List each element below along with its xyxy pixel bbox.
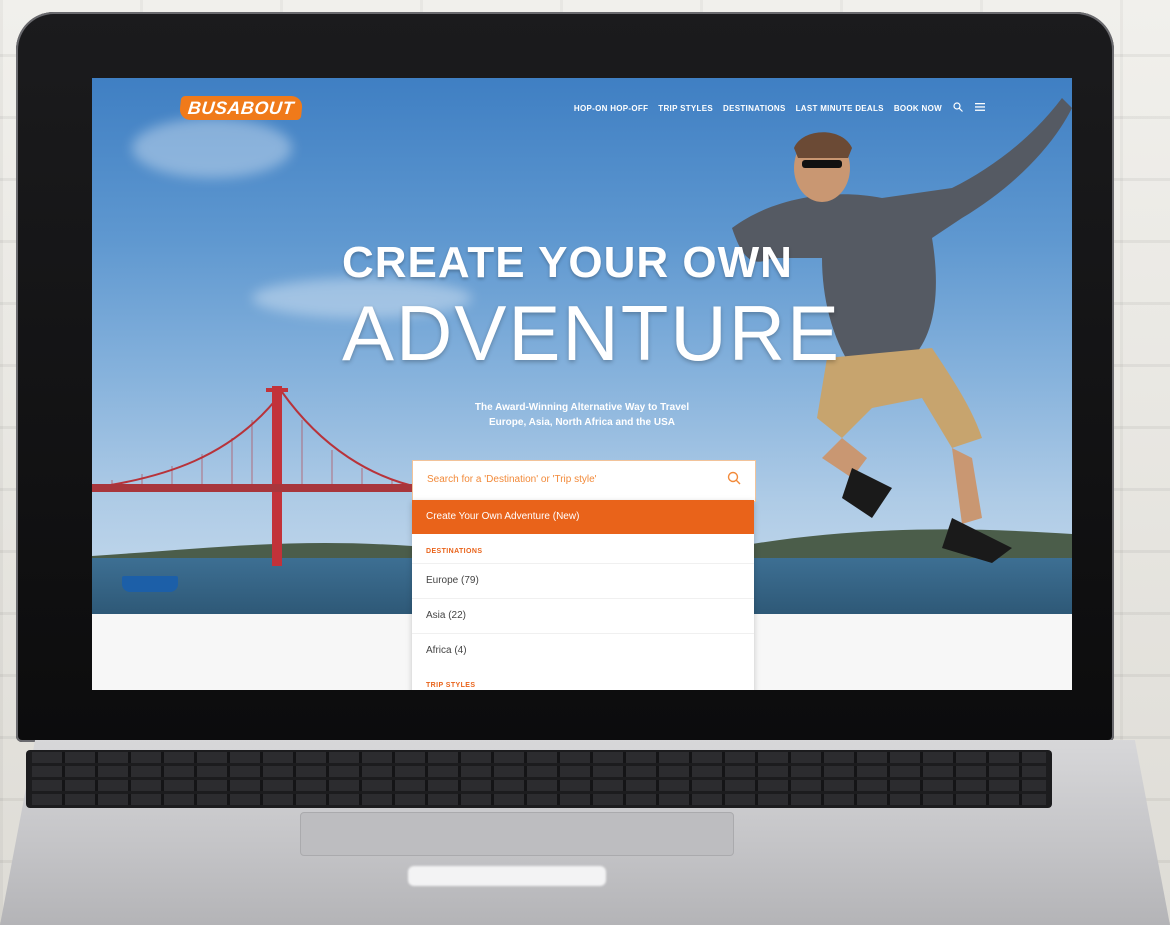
search-icon[interactable] bbox=[952, 102, 964, 115]
menu-icon[interactable] bbox=[974, 102, 986, 115]
boat bbox=[122, 576, 178, 592]
nav-hop-on-hop-off[interactable]: HOP-ON HOP-OFF bbox=[574, 104, 648, 113]
hero-title-line2: ADVENTURE bbox=[342, 289, 842, 377]
trackpad bbox=[300, 812, 734, 856]
dropdown-item-europe[interactable]: Europe (79) bbox=[412, 563, 754, 598]
laptop-lid: BUSABOUT HOP-ON HOP-OFF TRIP STYLES DEST… bbox=[16, 12, 1114, 742]
main-nav: HOP-ON HOP-OFF TRIP STYLES DESTINATIONS … bbox=[574, 102, 986, 115]
keyboard-keys bbox=[32, 752, 1046, 806]
hero-subtitle-line1: The Award-Winning Alternative Way to Tra… bbox=[474, 402, 690, 413]
nav-trip-styles[interactable]: TRIP STYLES bbox=[658, 104, 713, 113]
search-icon[interactable] bbox=[727, 471, 741, 485]
golden-gate-bridge bbox=[92, 386, 422, 566]
dropdown-heading-trip-styles: TRIP STYLES bbox=[426, 682, 476, 689]
busabout-logo[interactable]: BUSABOUT bbox=[178, 96, 304, 120]
dropdown-create-adventure[interactable]: Create Your Own Adventure (New) bbox=[412, 500, 754, 534]
laptop-front-edge bbox=[408, 866, 606, 886]
search-input[interactable]: Search for a 'Destination' or 'Trip styl… bbox=[412, 460, 756, 502]
nav-last-minute-deals[interactable]: LAST MINUTE DEALS bbox=[796, 104, 884, 113]
hero-subtitle-line2: Europe, Asia, North Africa and the USA bbox=[489, 417, 675, 428]
cloud bbox=[132, 118, 292, 178]
dropdown-heading-destinations: DESTINATIONS bbox=[426, 548, 483, 555]
nav-destinations[interactable]: DESTINATIONS bbox=[723, 104, 786, 113]
nav-book-now[interactable]: BOOK NOW bbox=[894, 104, 942, 113]
hero-title-line1: CREATE YOUR OWN bbox=[342, 238, 793, 287]
laptop-screen: BUSABOUT HOP-ON HOP-OFF TRIP STYLES DEST… bbox=[92, 78, 1072, 690]
dropdown-item-africa[interactable]: Africa (4) bbox=[412, 633, 754, 668]
search-placeholder: Search for a 'Destination' or 'Trip styl… bbox=[427, 474, 597, 485]
hero-subtitle: The Award-Winning Alternative Way to Tra… bbox=[432, 400, 732, 430]
dropdown-item-asia[interactable]: Asia (22) bbox=[412, 598, 754, 633]
search-dropdown: Create Your Own Adventure (New) DESTINAT… bbox=[412, 500, 754, 690]
